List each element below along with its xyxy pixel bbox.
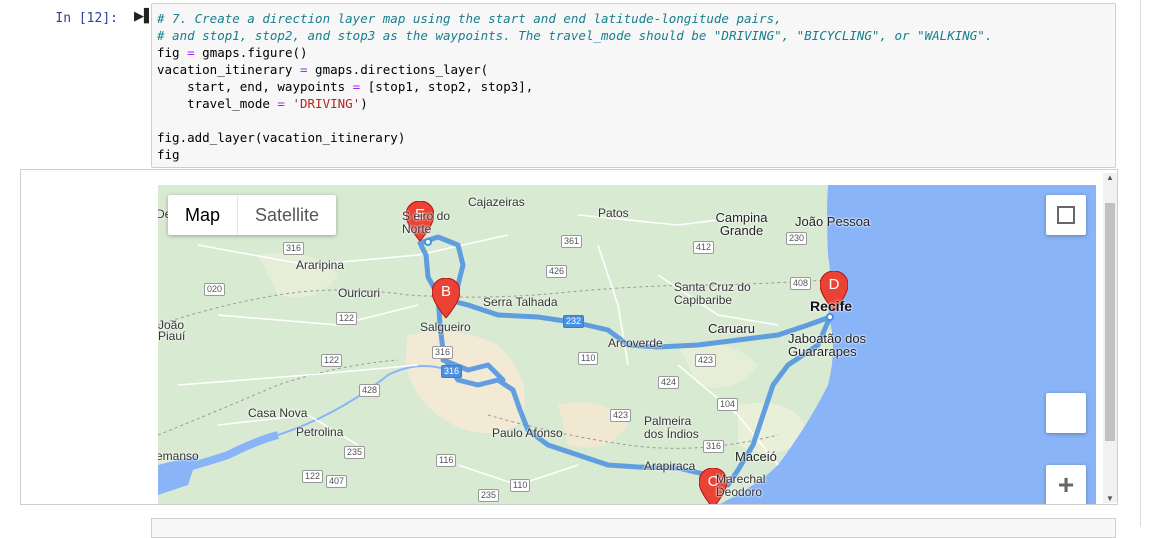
scroll-down-icon[interactable]: ▼ [1103,494,1117,503]
place-label: Marechal Deodoro [716,473,776,499]
road-shield: 316 [283,242,305,255]
marechal: Marechal Deodoro [716,472,766,499]
output-scrollbar[interactable]: ▲ ▼ [1103,173,1117,503]
santa-cruz: Santa Cruz do Capibaribe [674,280,751,307]
fullscreen-button[interactable] [1046,195,1086,235]
road-shield: 235 [478,489,500,502]
place-label: Arcoverde [608,336,663,350]
road-shield: 232 [563,315,585,328]
code-line: start, end, waypoints = [stop1, stop2, s… [157,79,534,94]
marker-label: B [440,283,451,300]
map-type-satellite-button[interactable]: Satellite [237,195,336,235]
place-label: Ouricuri [338,286,381,300]
place-label: Patos [598,206,629,220]
place-label: Recife [810,298,853,314]
scroll-up-icon[interactable]: ▲ [1103,173,1117,182]
code-line: vacation_itinerary = gmaps.directions_la… [157,62,489,77]
place-label: Campina Grande [714,211,769,237]
place-label: Santa Cruz do Capibaribe [674,281,754,307]
place-label: Paulo Afonso [492,426,563,440]
next-cell[interactable] [151,518,1116,538]
road-shield: 423 [695,354,717,367]
campina-grande: Campina Grande [715,210,768,238]
road-shield: 426 [546,265,568,278]
place-label: S eiro do Norte [402,209,451,236]
place-label: Jaboatão dos Guararapes [788,332,883,358]
code-line: fig = gmaps.figure() [157,45,308,60]
code-line: travel_mode = 'DRIVING') [157,96,368,111]
road-shield: 407 [326,475,348,488]
road-shield: 122 [321,354,343,367]
place-label: Serra Talhada [483,295,558,309]
place-label: João Piauí [158,318,198,343]
road-shield: 020 [204,283,226,296]
place-label: emanso [158,449,199,463]
marker-label: D [828,276,840,293]
road-shield: 408 [790,277,812,290]
code-line: fig [157,147,180,162]
road-shield: 423 [610,409,632,422]
place-label: Maceió [735,449,777,464]
road-shield: 361 [561,235,583,248]
road-shield: 424 [658,376,680,389]
map-type-map-button[interactable]: Map [168,195,237,235]
road-shield: 316 [703,440,725,453]
zoom-in-button[interactable]: + [1046,465,1086,504]
code-editor[interactable]: # 7. Create a direction layer map using … [157,10,992,163]
code-line: fig.add_layer(vacation_itinerary) [157,130,406,145]
place-label: João Pessoa [795,214,871,229]
road-shield: 122 [336,312,358,325]
code-cell[interactable]: # 7. Create a direction layer map using … [151,3,1116,168]
place-label: Caruaru [708,321,755,336]
place-label: Petrolina [296,425,344,439]
road-shield: 316 [441,365,463,378]
place-label: Casa Nova [248,406,308,420]
place-label: Palmeira dos Índios [644,415,714,441]
road-shield: 235 [344,446,366,459]
road-shield: 110 [578,352,599,365]
output-area: E B D C De Cajazeiras Patos Campina Gran… [20,169,1118,505]
google-map[interactable]: E B D C De Cajazeiras Patos Campina Gran… [158,185,1096,504]
code-line: # 7. Create a direction layer map using … [157,11,782,26]
road-shield: 230 [786,232,808,245]
joao-piaui: João Piauí [158,318,186,343]
cell-run-marker-icon[interactable]: ▶▌ [134,9,154,25]
road-shield: 110 [510,479,531,492]
road-shield: 116 [436,454,457,467]
palmeira: Palmeira dos Índios [644,414,699,441]
place-label: Cajazeiras [468,195,525,209]
street-view-pegman-button[interactable] [1046,393,1086,433]
road-shield: 428 [359,384,381,397]
road-shield: 122 [302,470,324,483]
cell-prompt: In [12]: [55,11,118,26]
place-label: Salgueiro [420,320,471,334]
code-line: # and stop1, stop2, and stop3 as the way… [157,28,993,43]
scrollbar-thumb[interactable] [1105,203,1115,441]
road-shield: 316 [432,346,454,359]
map-type-control: Map Satellite [168,195,337,235]
jaboatao: Jaboatão dos Guararapes [788,331,867,359]
place-label: Arapiraca [644,459,696,473]
page-edge [1140,0,1141,527]
road-shield: 412 [693,241,715,254]
place-label: Araripina [296,258,345,272]
road-shield: 104 [717,398,739,411]
